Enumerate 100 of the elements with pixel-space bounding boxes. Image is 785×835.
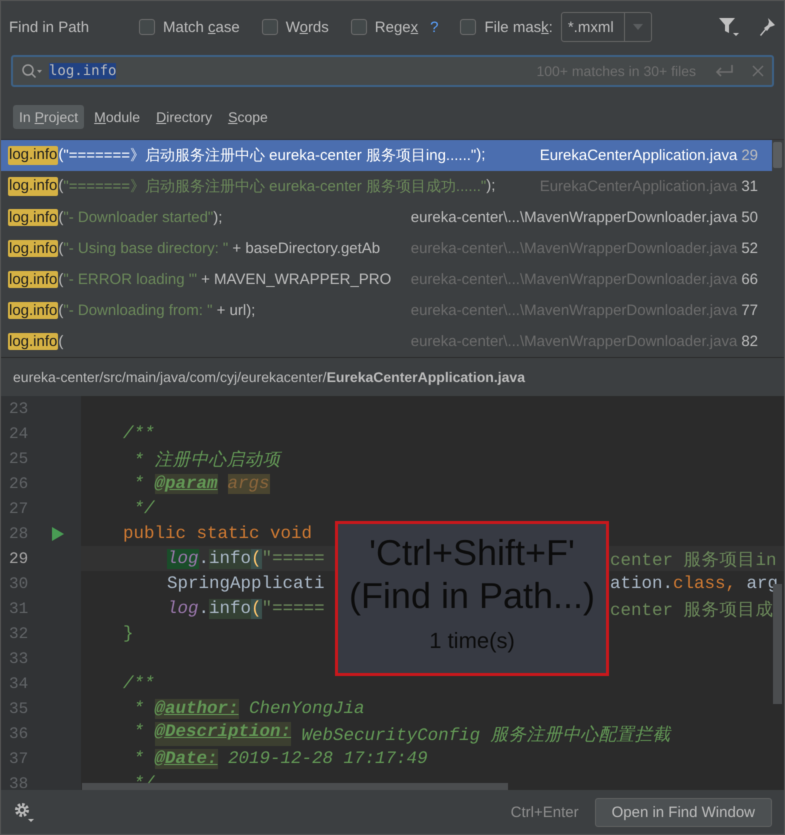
line-number: 29 — [9, 550, 28, 568]
code-text: ation. — [610, 574, 674, 594]
match-highlight: log.info — [8, 302, 58, 319]
code-text: . — [198, 598, 210, 618]
checkbox-label[interactable]: File mask: — [484, 18, 553, 36]
scope-tab[interactable]: Module — [88, 104, 146, 128]
code-text: args — [228, 474, 270, 494]
filter-icon[interactable] — [718, 17, 740, 37]
code-text: */ — [132, 498, 155, 518]
code-text: public static void — [122, 524, 312, 544]
code-text: SpringApplicati — [167, 574, 325, 594]
code-snippet: ( — [58, 271, 64, 288]
match-highlight: log.info — [8, 177, 58, 196]
checkbox[interactable] — [460, 19, 476, 35]
code-text: center 服务项目in — [610, 550, 777, 570]
code-text: info — [209, 548, 252, 568]
checkbox[interactable] — [139, 19, 155, 35]
code-snippet: "- Using base directory: " — [63, 240, 228, 257]
code-snippet: "=======》启动服务注册中心 eureka-center 服务项目成功......" — [63, 177, 486, 196]
line-number: 29 — [741, 147, 758, 164]
code-text: /** — [122, 674, 155, 694]
result-row[interactable]: log.info("- Downloader started"); eureka-center\...\MavenWrapperDownloader.java 50 — [1, 202, 772, 233]
run-icon[interactable] — [52, 526, 64, 540]
line-number: 82 — [741, 333, 758, 350]
code-text: @Description: — [154, 722, 292, 746]
code-snippet: "- Downloading from: " — [63, 302, 212, 319]
code-text: info — [209, 598, 252, 618]
code-snippet: ( — [58, 209, 64, 226]
code-text: @param — [154, 474, 218, 494]
scope-tab[interactable]: In Project — [13, 104, 84, 128]
code-text: ChenYongJia — [248, 698, 365, 718]
code-text: @author: — [154, 698, 239, 718]
code-snippet: ); — [213, 209, 222, 226]
help-link[interactable]: ? — [430, 18, 438, 36]
code-text: 2019-12-28 17:17:49 — [227, 748, 428, 768]
checkbox-label[interactable]: Match case — [163, 18, 240, 36]
file-name: eureka-center\...\MavenWrapperDownloader.java — [410, 209, 738, 226]
code-text: center 服务项目成 — [610, 600, 774, 620]
code-text: "===== — [262, 598, 325, 618]
checkbox[interactable] — [262, 19, 278, 35]
search-icon — [21, 63, 43, 79]
enter-icon[interactable] — [714, 64, 734, 78]
result-row[interactable]: log.info("=======》启动服务注册中心 eureka-center 服务项目ing......"); EurekaCenterApplication.java 29 — [1, 140, 772, 171]
checkbox-label[interactable]: Regex — [374, 18, 418, 36]
code-snippet: + baseDirectory.getAb — [231, 240, 380, 257]
code-snippet: + MAVEN_WRAPPER_PRO — [200, 271, 392, 288]
match-highlight: log.info — [8, 146, 58, 165]
code-text: * — [132, 474, 146, 494]
file-path: eureka-center/src/main/java/com/cyj/eurekacenter/EurekaCenterApplication.java — [13, 369, 525, 385]
line-number: 52 — [741, 240, 758, 257]
code-text: log — [167, 598, 199, 618]
line-number: 50 — [741, 209, 758, 226]
code-snippet: ); — [486, 177, 496, 196]
code-snippet: ( — [58, 333, 64, 350]
code-text: . — [198, 548, 210, 568]
settings-icon[interactable] — [13, 801, 35, 823]
match-highlight: log.info — [8, 333, 58, 350]
scrollbar-thumb[interactable] — [773, 142, 782, 168]
shortcut-keys: 'Ctrl+Shift+F' — [369, 532, 575, 574]
code-snippet: ); — [246, 302, 256, 319]
search-query: log.info — [49, 63, 116, 79]
code-snippet: ( — [58, 240, 64, 257]
dialog-title: Find in Path — [9, 18, 90, 36]
code-text: ( — [251, 598, 262, 618]
match-highlight: log.info — [8, 271, 58, 288]
code-text: WebSecurityConfig 服务注册中心配置拦截 — [300, 724, 671, 746]
file-name: EurekaCenterApplication.java — [540, 147, 738, 164]
code-text: /** — [122, 424, 155, 444]
scope-tab[interactable]: Scope — [222, 104, 274, 128]
line-number: 66 — [741, 271, 758, 288]
scope-tab[interactable]: Directory — [150, 104, 218, 128]
match-highlight: log.info — [8, 209, 58, 226]
code-text: * 注册中心启动项 — [132, 449, 281, 470]
caret-icon — [632, 24, 643, 30]
code-snippet: + url — [216, 302, 246, 319]
code-snippet: ( — [58, 146, 64, 165]
code-snippet: ); — [476, 146, 486, 165]
checkbox[interactable] — [350, 19, 367, 35]
code-text: @Date: — [154, 748, 218, 768]
code-text: * — [132, 748, 146, 768]
scrollbar-thumb[interactable] — [82, 783, 508, 790]
code-text: "===== — [262, 548, 325, 568]
open-in-find-window-button[interactable]: Open in Find Window — [594, 798, 772, 826]
code-snippet: ( — [58, 302, 64, 319]
checkbox-label[interactable]: Words — [286, 18, 329, 36]
line-number: 31 — [741, 178, 758, 195]
code-snippet: "- ERROR loading '" — [63, 271, 197, 288]
code-text: } — [122, 624, 134, 644]
code-text: class, — [673, 574, 738, 594]
code-text: * — [132, 722, 146, 744]
code-text: * — [132, 698, 146, 718]
code-text: ( — [251, 548, 262, 568]
close-icon[interactable] — [752, 65, 764, 77]
code-text: log — [167, 548, 199, 568]
press-count: 1 time(s) — [429, 628, 515, 654]
shortcut-hint: Ctrl+Enter — [510, 804, 579, 820]
match-highlight: log.info — [8, 240, 58, 257]
code-snippet: "- Downloader started" — [63, 209, 214, 226]
code-snippet: ( — [58, 177, 64, 196]
code-snippet: "=======》启动服务注册中心 eureka-center 服务项目ing......" — [63, 146, 476, 165]
